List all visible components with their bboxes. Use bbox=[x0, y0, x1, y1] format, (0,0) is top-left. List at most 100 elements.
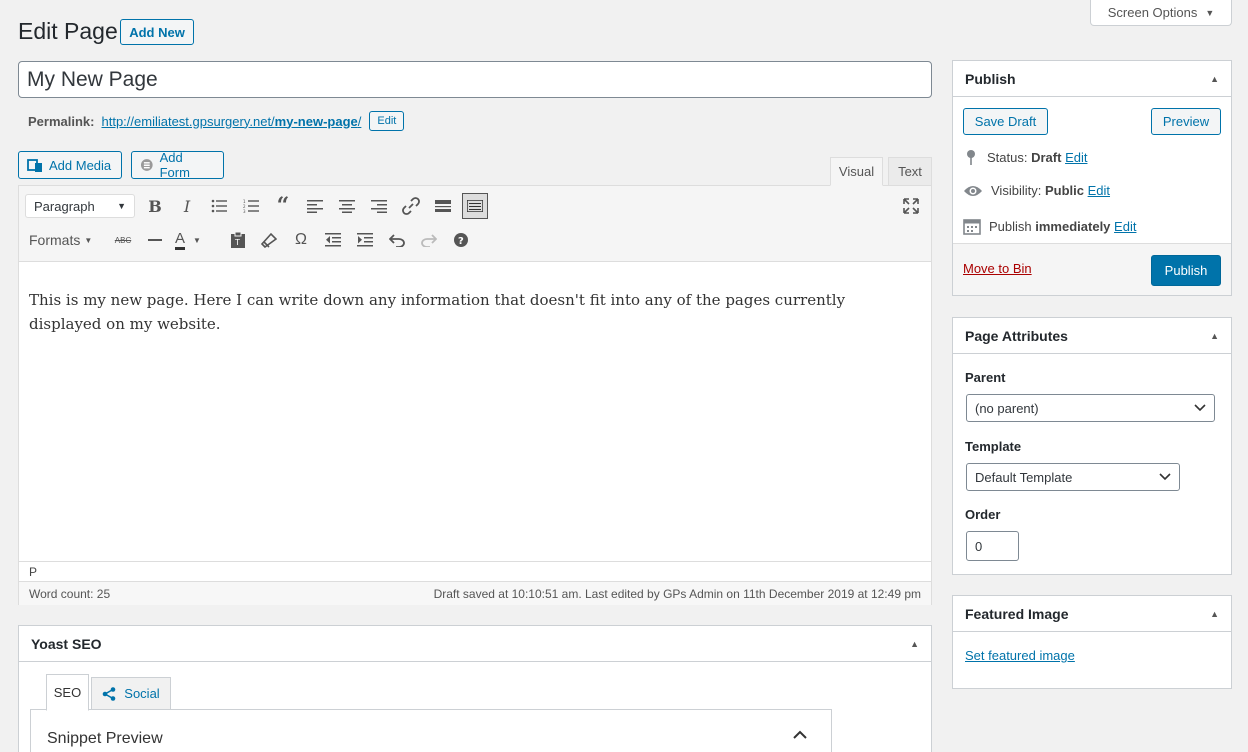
publish-box: Publish ▲ Save Draft Preview Status: Dra… bbox=[952, 60, 1232, 296]
caret-down-icon: ▼ bbox=[117, 201, 126, 211]
italic-icon[interactable]: I bbox=[175, 194, 199, 218]
add-new-button[interactable]: Add New bbox=[120, 19, 194, 45]
visibility-edit-link[interactable]: Edit bbox=[1088, 183, 1110, 198]
collapse-icon[interactable]: ▲ bbox=[1210, 331, 1219, 341]
tab-seo[interactable]: SEO bbox=[46, 674, 89, 711]
schedule-edit-link[interactable]: Edit bbox=[1114, 219, 1136, 234]
yoast-seo-title: Yoast SEO bbox=[31, 635, 102, 652]
yoast-seo-box: Yoast SEO ▲ SEO Social Snippet Preview bbox=[18, 625, 932, 752]
publish-button[interactable]: Publish bbox=[1151, 255, 1221, 286]
permalink-base: http://emiliatest.gpsurgery.net/ bbox=[101, 113, 275, 129]
parent-select-value: (no parent) bbox=[975, 400, 1039, 416]
page-attributes-box: Page Attributes ▲ Parent (no parent) Tem… bbox=[952, 317, 1232, 575]
calendar-icon bbox=[963, 219, 981, 235]
svg-text:3: 3 bbox=[243, 209, 246, 213]
collapse-icon[interactable]: ▲ bbox=[1210, 74, 1219, 84]
bold-icon[interactable]: B bbox=[143, 194, 167, 218]
add-form-label: Add Form bbox=[159, 150, 190, 180]
page-attributes-title: Page Attributes bbox=[965, 327, 1068, 344]
template-select[interactable]: Default Template bbox=[966, 463, 1180, 491]
yoast-seo-header[interactable]: Yoast SEO ▲ bbox=[19, 626, 931, 662]
outdent-icon[interactable] bbox=[321, 228, 345, 252]
pin-icon bbox=[967, 150, 975, 165]
caret-down-icon: ▼ bbox=[84, 235, 93, 245]
order-input[interactable]: 0 bbox=[966, 531, 1019, 561]
numbered-list-icon[interactable]: 123 bbox=[239, 194, 263, 218]
chevron-down-icon bbox=[1194, 404, 1206, 412]
featured-image-header[interactable]: Featured Image ▲ bbox=[953, 596, 1231, 632]
set-featured-image-link[interactable]: Set featured image bbox=[965, 648, 1075, 663]
text-color-icon[interactable]: A ▼ bbox=[175, 228, 215, 252]
paste-text-icon[interactable]: T bbox=[226, 228, 250, 252]
help-icon[interactable]: ? bbox=[449, 228, 473, 252]
publish-when-value: immediately bbox=[1035, 218, 1111, 234]
preview-button[interactable]: Preview bbox=[1151, 108, 1221, 135]
snippet-preview-title: Snippet Preview bbox=[47, 730, 163, 747]
strikethrough-icon[interactable]: ABC bbox=[111, 228, 135, 252]
format-select-value: Paragraph bbox=[34, 198, 95, 214]
screen-options-label: Screen Options bbox=[1107, 5, 1198, 20]
editor: Paragraph ▼ B I 123 “ Formats ▼ ABC A ▼ … bbox=[18, 185, 932, 605]
toolbar-toggle-icon[interactable] bbox=[462, 193, 488, 219]
redo-icon[interactable] bbox=[417, 228, 441, 252]
permalink-edit-button[interactable]: Edit bbox=[369, 111, 405, 131]
title-input[interactable]: My New Page bbox=[18, 61, 932, 98]
featured-image-title: Featured Image bbox=[965, 605, 1069, 622]
undo-icon[interactable] bbox=[385, 228, 409, 252]
publish-header[interactable]: Publish ▲ bbox=[953, 61, 1231, 97]
screen-options-button[interactable]: Screen Options ▼ bbox=[1090, 0, 1232, 26]
horizontal-line-icon[interactable] bbox=[143, 228, 167, 252]
collapse-icon[interactable]: ▲ bbox=[910, 639, 919, 649]
order-label: Order bbox=[965, 507, 1001, 522]
tab-visual[interactable]: Visual bbox=[830, 157, 883, 186]
format-select[interactable]: Paragraph ▼ bbox=[25, 194, 135, 218]
form-icon bbox=[140, 159, 153, 171]
status-row: Status: Draft Edit bbox=[963, 149, 1087, 165]
svg-text:?: ? bbox=[458, 236, 464, 247]
parent-label: Parent bbox=[965, 370, 1006, 385]
align-center-icon[interactable] bbox=[335, 194, 359, 218]
tab-social[interactable]: Social bbox=[91, 677, 171, 710]
collapse-icon[interactable]: ▲ bbox=[1210, 609, 1219, 619]
add-media-button[interactable]: Add Media bbox=[18, 151, 122, 179]
page-title: Edit Page bbox=[18, 18, 118, 44]
fullscreen-icon[interactable] bbox=[899, 194, 923, 218]
indent-icon[interactable] bbox=[353, 228, 377, 252]
editor-content[interactable]: This is my new page. Here I can write do… bbox=[29, 288, 909, 336]
chevron-down-icon bbox=[1159, 473, 1171, 481]
permalink-link[interactable]: http://emiliatest.gpsurgery.net/my-new-p… bbox=[101, 114, 361, 129]
align-right-icon[interactable] bbox=[367, 194, 391, 218]
permalink-label: Permalink: bbox=[28, 113, 95, 129]
special-character-icon[interactable]: Ω bbox=[289, 228, 313, 252]
page-attributes-header[interactable]: Page Attributes ▲ bbox=[953, 318, 1231, 354]
save-draft-button[interactable]: Save Draft bbox=[963, 108, 1048, 135]
word-count: Word count: 25 bbox=[29, 586, 111, 601]
publish-title: Publish bbox=[965, 70, 1016, 87]
parent-select[interactable]: (no parent) bbox=[966, 394, 1215, 422]
move-to-bin-link[interactable]: Move to Bin bbox=[963, 261, 1032, 276]
tab-text[interactable]: Text bbox=[888, 157, 932, 186]
clear-formatting-icon[interactable] bbox=[257, 228, 281, 252]
permalink-slug: my-new-page bbox=[274, 113, 358, 129]
status-value: Draft bbox=[1031, 149, 1062, 165]
add-media-label: Add Media bbox=[49, 157, 112, 173]
status-edit-link[interactable]: Edit bbox=[1065, 150, 1087, 165]
media-icon bbox=[27, 159, 42, 172]
template-label: Template bbox=[965, 439, 1022, 454]
tab-social-label: Social bbox=[124, 686, 160, 701]
snippet-preview-panel[interactable]: Snippet Preview bbox=[30, 709, 832, 752]
share-icon bbox=[102, 686, 116, 701]
permalink-tail: / bbox=[357, 113, 362, 129]
formats-menu[interactable]: Formats ▼ bbox=[29, 228, 101, 252]
svg-text:T: T bbox=[234, 238, 240, 247]
link-icon[interactable] bbox=[399, 194, 423, 218]
visibility-label: Visibility: bbox=[991, 183, 1042, 198]
align-left-icon[interactable] bbox=[303, 194, 327, 218]
read-more-icon[interactable] bbox=[431, 194, 455, 218]
editor-path: P bbox=[19, 561, 931, 581]
add-form-button[interactable]: Add Form bbox=[131, 150, 224, 180]
chevron-up-icon[interactable] bbox=[793, 728, 807, 743]
eye-icon bbox=[964, 185, 982, 196]
bullet-list-icon[interactable] bbox=[207, 194, 231, 218]
blockquote-icon[interactable]: “ bbox=[271, 193, 295, 219]
